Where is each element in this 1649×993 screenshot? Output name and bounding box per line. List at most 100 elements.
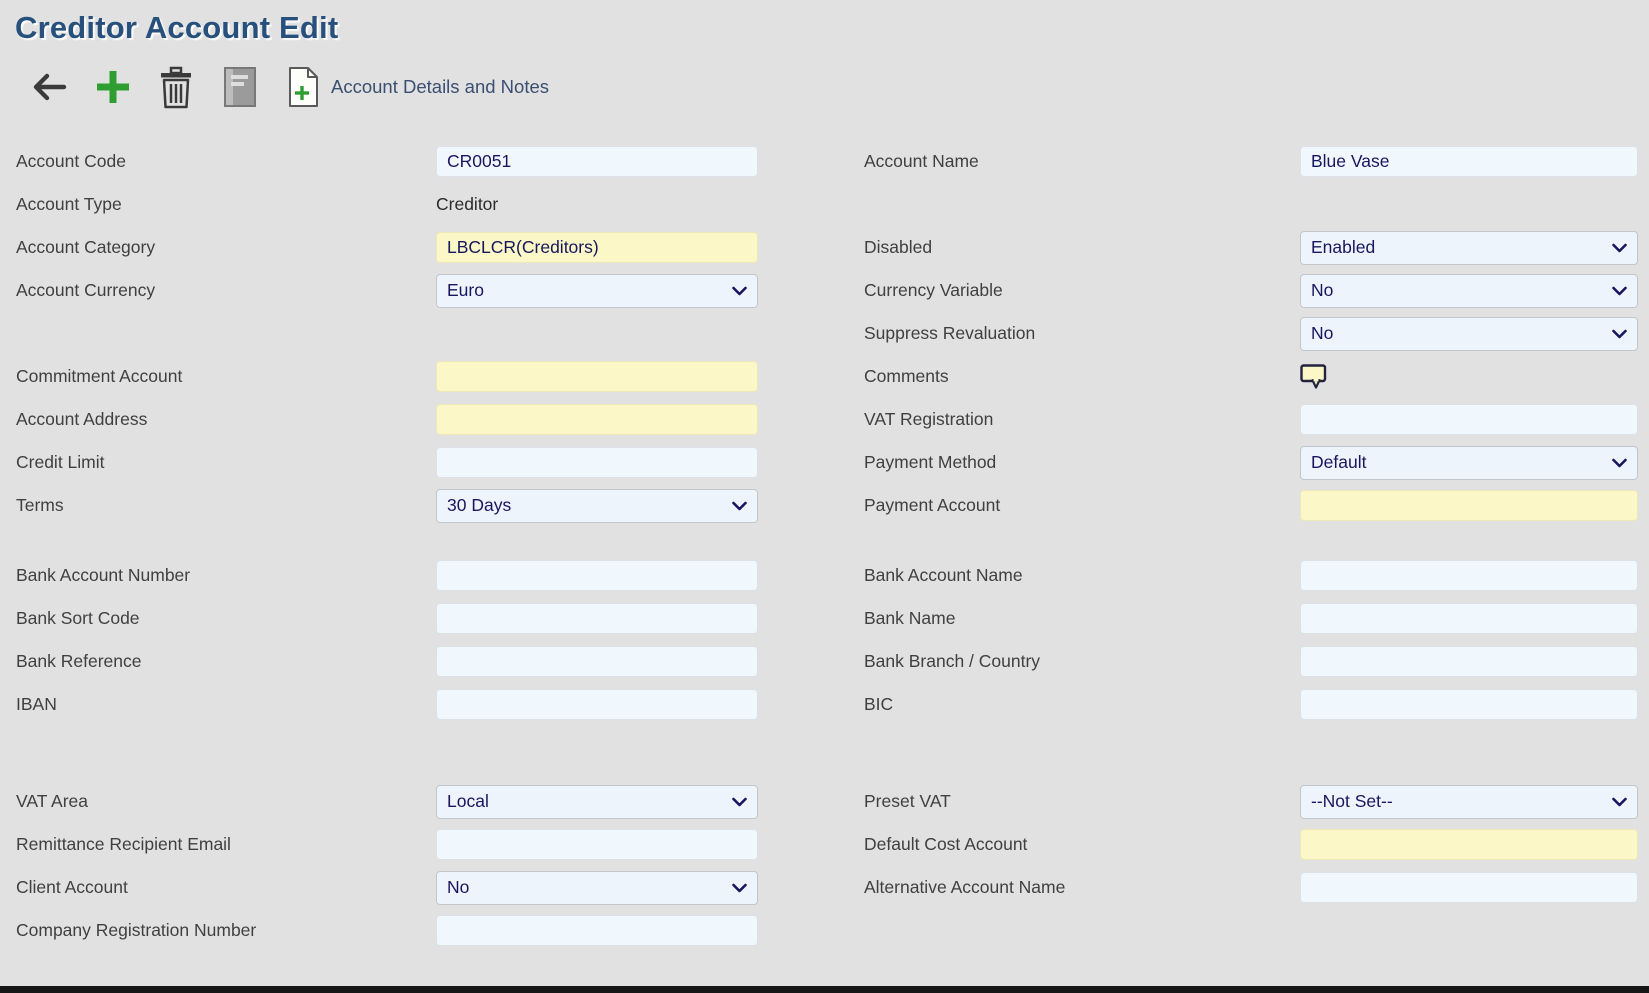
- default-cost-account-input[interactable]: [1300, 829, 1638, 860]
- payment-method-select[interactable]: Default: [1300, 446, 1638, 480]
- account-currency-label: Account Currency: [0, 280, 436, 301]
- terms-select-value: 30 Days: [447, 495, 511, 516]
- bank-reference-input[interactable]: [436, 646, 758, 677]
- form-row: Company Registration Number: [0, 909, 1649, 952]
- commitment-account-input[interactable]: [436, 361, 758, 392]
- vat-area-label: VAT Area: [0, 791, 436, 812]
- preset-vat-label: Preset VAT: [758, 791, 1300, 812]
- form-row: Account Type Creditor: [0, 183, 1649, 226]
- chevron-down-icon: [1612, 329, 1627, 338]
- form-row: Bank Account Number Bank Account Name: [0, 554, 1649, 597]
- default-cost-account-label: Default Cost Account: [758, 834, 1300, 855]
- suppress-revaluation-select-value: No: [1311, 323, 1333, 344]
- report-document-icon: [221, 65, 259, 109]
- section-spacer: [0, 527, 1649, 554]
- form-row: Account Address VAT Registration: [0, 398, 1649, 441]
- vat-registration-label: VAT Registration: [758, 409, 1300, 430]
- form-row: Commitment Account Comments: [0, 355, 1649, 398]
- payment-method-label: Payment Method: [758, 452, 1300, 473]
- bank-account-name-label: Bank Account Name: [758, 565, 1300, 586]
- bank-branch-country-input[interactable]: [1300, 646, 1638, 677]
- payment-account-input[interactable]: [1300, 490, 1638, 521]
- speech-bubble-icon: [1300, 364, 1327, 389]
- client-account-label: Client Account: [0, 877, 436, 898]
- bic-input[interactable]: [1300, 689, 1638, 720]
- back-button[interactable]: [33, 72, 67, 102]
- iban-input[interactable]: [436, 689, 758, 720]
- client-account-select[interactable]: No: [436, 871, 758, 905]
- payment-method-select-value: Default: [1311, 452, 1366, 473]
- bank-account-name-input[interactable]: [1300, 560, 1638, 591]
- delete-trash-icon: [159, 66, 193, 109]
- vat-registration-input[interactable]: [1300, 404, 1638, 435]
- account-address-label: Account Address: [0, 409, 436, 430]
- account-details-notes-button[interactable]: Account Details and Notes: [287, 66, 549, 108]
- chevron-down-icon: [1612, 286, 1627, 295]
- credit-limit-label: Credit Limit: [0, 452, 436, 473]
- chevron-down-icon: [732, 797, 747, 806]
- bottom-edge-bar: [0, 986, 1649, 993]
- suppress-revaluation-select[interactable]: No: [1300, 317, 1638, 351]
- report-button[interactable]: [221, 65, 259, 109]
- payment-account-label: Payment Account: [758, 495, 1300, 516]
- disabled-select[interactable]: Enabled: [1300, 231, 1638, 265]
- account-code-input[interactable]: [436, 146, 758, 177]
- credit-limit-input[interactable]: [436, 447, 758, 478]
- client-account-select-value: No: [447, 877, 469, 898]
- bank-branch-country-label: Bank Branch / Country: [758, 651, 1300, 672]
- chevron-down-icon: [732, 883, 747, 892]
- iban-label: IBAN: [0, 694, 436, 715]
- account-name-label: Account Name: [758, 151, 1300, 172]
- form-row: Bank Sort Code Bank Name: [0, 597, 1649, 640]
- remittance-recipient-email-input[interactable]: [436, 829, 758, 860]
- currency-variable-select-value: No: [1311, 280, 1333, 301]
- bank-sort-code-label: Bank Sort Code: [0, 608, 436, 629]
- account-details-notes-label: Account Details and Notes: [331, 76, 549, 98]
- account-type-label: Account Type: [0, 194, 436, 215]
- creditor-account-form: Account Code Account Name Account Type C…: [0, 140, 1649, 952]
- form-row: VAT Area Local Preset VAT --Not Set--: [0, 780, 1649, 823]
- terms-label: Terms: [0, 495, 436, 516]
- form-row: Account Code Account Name: [0, 140, 1649, 183]
- preset-vat-select-value: --Not Set--: [1311, 791, 1393, 812]
- form-row: Remittance Recipient Email Default Cost …: [0, 823, 1649, 866]
- suppress-revaluation-label: Suppress Revaluation: [758, 323, 1300, 344]
- comments-label: Comments: [758, 366, 1300, 387]
- account-type-value: Creditor: [436, 194, 498, 214]
- account-currency-select-value: Euro: [447, 280, 484, 301]
- account-code-label: Account Code: [0, 151, 436, 172]
- add-plus-icon: [95, 69, 131, 105]
- terms-select[interactable]: 30 Days: [436, 489, 758, 523]
- alternative-account-name-input[interactable]: [1300, 872, 1638, 903]
- vat-area-select[interactable]: Local: [436, 785, 758, 819]
- page-title: Creditor Account Edit: [15, 10, 1649, 46]
- account-category-input[interactable]: [436, 232, 758, 263]
- remittance-recipient-email-label: Remittance Recipient Email: [0, 834, 436, 855]
- bic-label: BIC: [758, 694, 1300, 715]
- bank-sort-code-input[interactable]: [436, 603, 758, 634]
- account-currency-select[interactable]: Euro: [436, 274, 758, 308]
- currency-variable-select[interactable]: No: [1300, 274, 1638, 308]
- disabled-select-value: Enabled: [1311, 237, 1375, 258]
- add-button[interactable]: [95, 69, 131, 105]
- chevron-down-icon: [1612, 797, 1627, 806]
- chevron-down-icon: [1612, 458, 1627, 467]
- alternative-account-name-label: Alternative Account Name: [758, 877, 1300, 898]
- account-address-input[interactable]: [436, 404, 758, 435]
- bank-account-number-label: Bank Account Number: [0, 565, 436, 586]
- bank-name-input[interactable]: [1300, 603, 1638, 634]
- toolbar: Account Details and Notes: [33, 62, 1649, 112]
- company-registration-number-label: Company Registration Number: [0, 920, 436, 941]
- company-registration-number-input[interactable]: [436, 915, 758, 946]
- account-name-input[interactable]: [1300, 146, 1638, 177]
- chevron-down-icon: [732, 286, 747, 295]
- form-row: Bank Reference Bank Branch / Country: [0, 640, 1649, 683]
- delete-button[interactable]: [159, 66, 193, 109]
- chevron-down-icon: [732, 501, 747, 510]
- bank-reference-label: Bank Reference: [0, 651, 436, 672]
- form-row: Client Account No Alternative Account Na…: [0, 866, 1649, 909]
- comments-button[interactable]: [1300, 364, 1638, 389]
- form-row: Suppress Revaluation No: [0, 312, 1649, 355]
- preset-vat-select[interactable]: --Not Set--: [1300, 785, 1638, 819]
- bank-account-number-input[interactable]: [436, 560, 758, 591]
